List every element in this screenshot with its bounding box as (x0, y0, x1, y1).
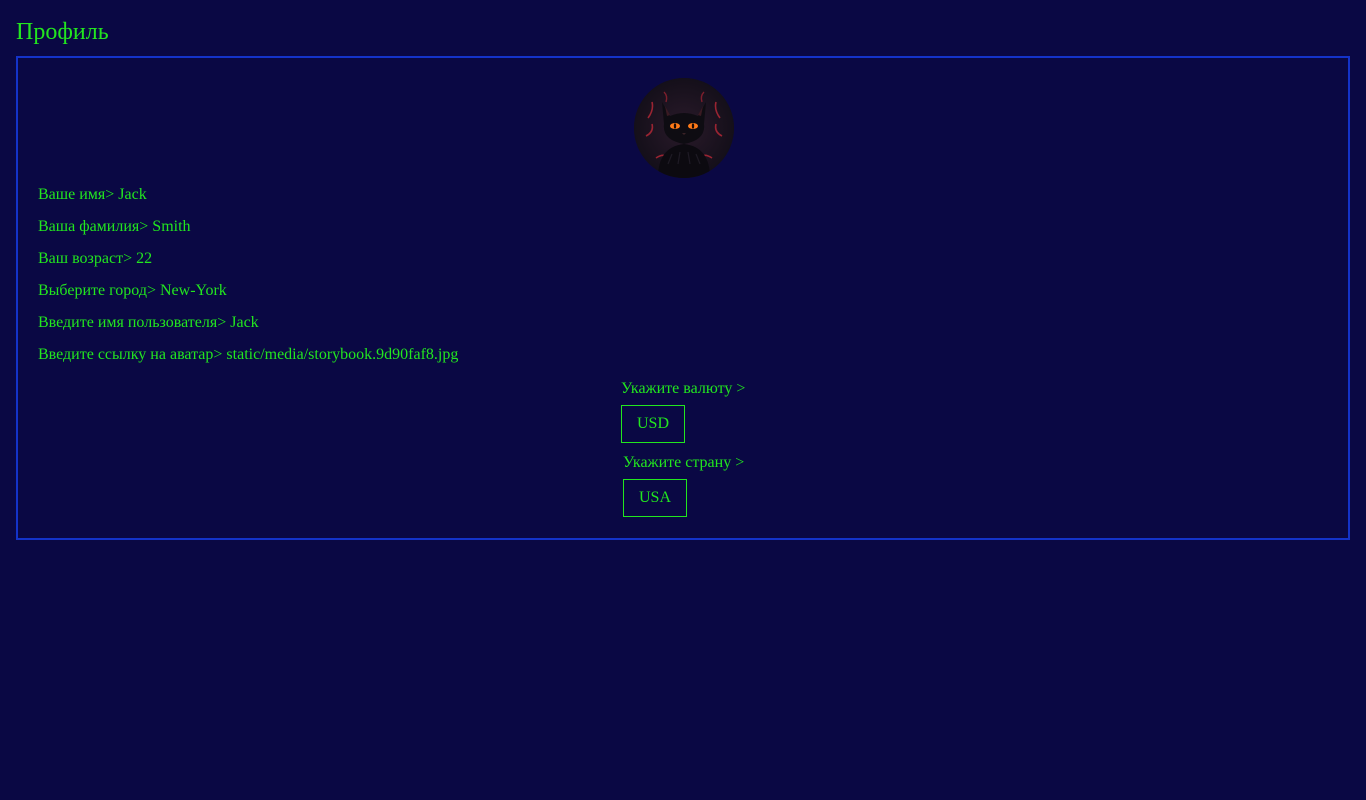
page-title: Профиль (16, 19, 109, 45)
field-last-name: Ваша фамилия> Smith (38, 218, 191, 235)
currency-select-block: Укажите валюту > USD (621, 379, 745, 443)
field-value: New-York (159, 282, 227, 299)
field-value: static/media/storybook.9d90faf8.jpg (226, 346, 459, 363)
field-label: Ваша фамилия (38, 218, 140, 235)
field-age: Ваш возраст> 22 (38, 250, 153, 267)
field-label: Ваш возраст (38, 250, 124, 267)
avatar (634, 78, 734, 178)
profile-fields: Ваше имя> Jack Ваша фамилия> Smith Ваш в… (38, 185, 458, 377)
field-value: 22 (136, 250, 153, 267)
field-value: Smith (152, 218, 191, 235)
field-label: Введите имя пользователя (38, 314, 218, 331)
field-label: Ваше имя (38, 186, 106, 203)
field-label: Выберите город (38, 282, 147, 299)
profile-card: Ваше имя> Jack Ваша фамилия> Smith Ваш в… (16, 56, 1350, 540)
currency-label: Укажите валюту > (621, 380, 746, 397)
country-label: Укажите страну > (623, 454, 745, 471)
currency-select[interactable]: USD (621, 405, 686, 443)
black-cat-avatar-icon (634, 78, 734, 178)
field-value: Jack (230, 314, 259, 331)
field-value: Jack (118, 186, 147, 203)
field-city: Выберите город> New-York (38, 282, 227, 299)
field-username: Введите имя пользователя> Jack (38, 314, 259, 331)
country-select[interactable]: USA (623, 479, 688, 517)
field-label: Введите ссылку на аватар (38, 346, 214, 363)
field-avatar-link: Введите ссылку на аватар> static/media/s… (38, 346, 459, 363)
field-first-name: Ваше имя> Jack (38, 186, 147, 203)
country-select-block: Укажите страну > USA (623, 453, 744, 517)
